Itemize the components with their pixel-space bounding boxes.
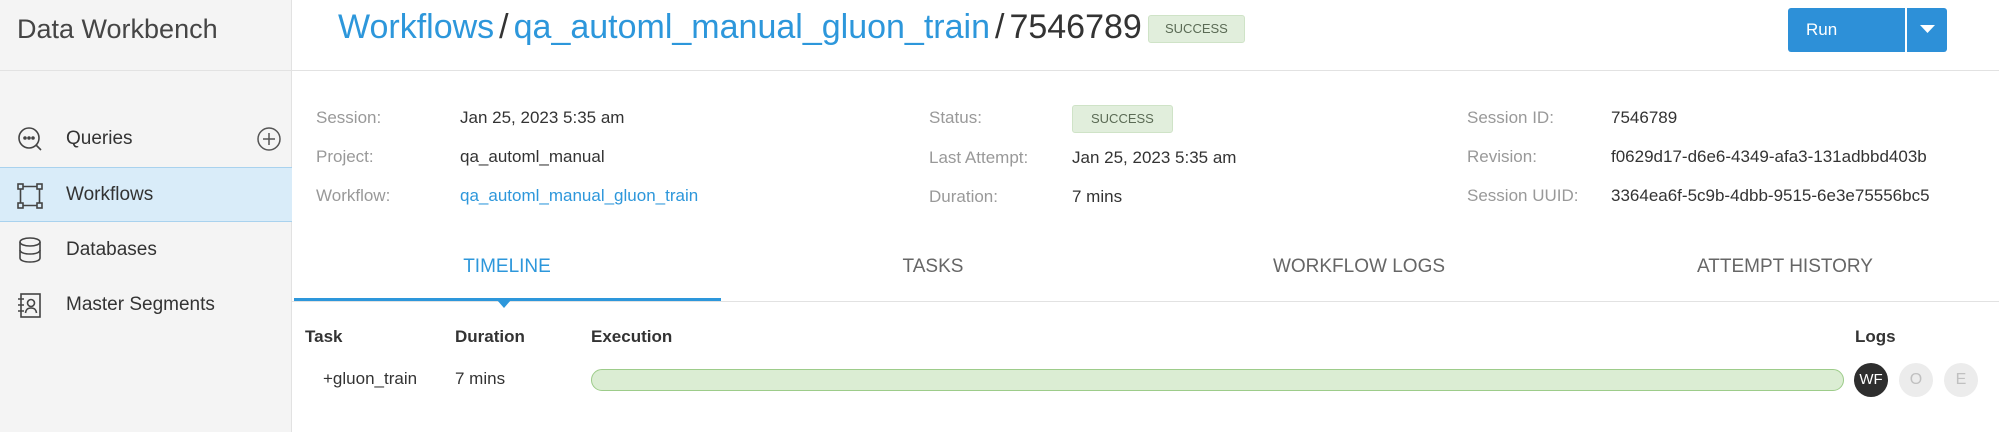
database-icon [16, 236, 44, 264]
session-id-label: Session ID: [1467, 108, 1554, 127]
revision-label: Revision: [1467, 147, 1537, 166]
tab-workflow-logs[interactable]: WORKFLOW LOGS [1146, 246, 1572, 302]
app-title: Data Workbench [17, 14, 218, 44]
breadcrumb-separator: / [499, 8, 509, 46]
divider [0, 70, 292, 71]
session-uuid-label: Session UUID: [1467, 186, 1579, 205]
project-label: Project: [316, 147, 374, 166]
task-duration: 7 mins [455, 369, 506, 388]
status-label: Status: [929, 108, 982, 127]
project-value: qa_automl_manual [460, 147, 605, 166]
status-badge: SUCCESS [1148, 15, 1245, 43]
workflow-label: Workflow: [316, 186, 391, 205]
error-log-button[interactable]: E [1944, 363, 1978, 397]
add-query-icon[interactable] [256, 126, 282, 152]
output-log-button[interactable]: O [1899, 363, 1933, 397]
sidebar-item-label: Databases [66, 238, 157, 260]
breadcrumb-session-id: 7546789 [1009, 8, 1142, 46]
breadcrumb: Workflows / qa_automl_manual_gluon_train… [338, 8, 1142, 50]
sidebar-item-master-segments[interactable]: Master Segments [0, 277, 292, 332]
sidebar-item-workflows[interactable]: Workflows [0, 167, 292, 222]
revision-value: f0629d17-d6e6-4349-afa3-131adbbd403b [1611, 147, 1927, 166]
tab-attempt-history[interactable]: ATTEMPT HISTORY [1572, 246, 1998, 302]
workflow-icon [16, 182, 44, 210]
column-header-logs: Logs [1855, 327, 1896, 346]
session-value: Jan 25, 2023 5:35 am [460, 108, 625, 127]
breadcrumb-workflows-link[interactable]: Workflows [338, 8, 494, 47]
duration-label: Duration: [929, 187, 998, 206]
breadcrumb-workflow-link[interactable]: qa_automl_manual_gluon_train [514, 8, 990, 47]
sidebar: Data Workbench Queries Workflows Databas… [0, 0, 292, 432]
sidebar-item-queries[interactable]: Queries [0, 111, 292, 166]
status-badge: SUCCESS [1072, 105, 1173, 133]
active-tab-caret [497, 300, 511, 308]
execution-bar[interactable] [591, 369, 1844, 391]
column-header-execution: Execution [591, 327, 673, 346]
sidebar-item-label: Queries [66, 127, 133, 149]
workflow-log-button[interactable]: WF [1854, 363, 1888, 397]
breadcrumb-separator: / [994, 8, 1005, 46]
column-header-task: Task [305, 327, 343, 346]
run-button[interactable]: Run [1788, 8, 1905, 52]
divider [292, 301, 1999, 302]
run-dropdown-button[interactable] [1906, 8, 1947, 52]
last-attempt-value: Jan 25, 2023 5:35 am [1072, 148, 1237, 167]
sidebar-item-label: Workflows [66, 183, 154, 205]
session-id-value: 7546789 [1611, 108, 1678, 127]
tab-timeline[interactable]: TIMELINE [294, 246, 720, 302]
last-attempt-label: Last Attempt: [929, 148, 1029, 167]
session-label: Session: [316, 108, 382, 127]
divider [292, 70, 1999, 71]
sidebar-item-databases[interactable]: Databases [0, 222, 292, 277]
chevron-down-icon [1920, 25, 1935, 33]
session-uuid-value: 3364ea6f-5c9b-4dbb-9515-6e3e75556bc5 [1611, 186, 1930, 205]
column-header-duration: Duration [455, 327, 525, 346]
segment-icon [16, 291, 44, 319]
workflow-link[interactable]: qa_automl_manual_gluon_train [460, 186, 698, 206]
sidebar-item-label: Master Segments [66, 293, 215, 315]
duration-value: 7 mins [1072, 187, 1123, 206]
task-name[interactable]: +gluon_train [323, 369, 417, 389]
tab-tasks[interactable]: TASKS [720, 246, 1146, 302]
chat-icon [16, 125, 44, 153]
